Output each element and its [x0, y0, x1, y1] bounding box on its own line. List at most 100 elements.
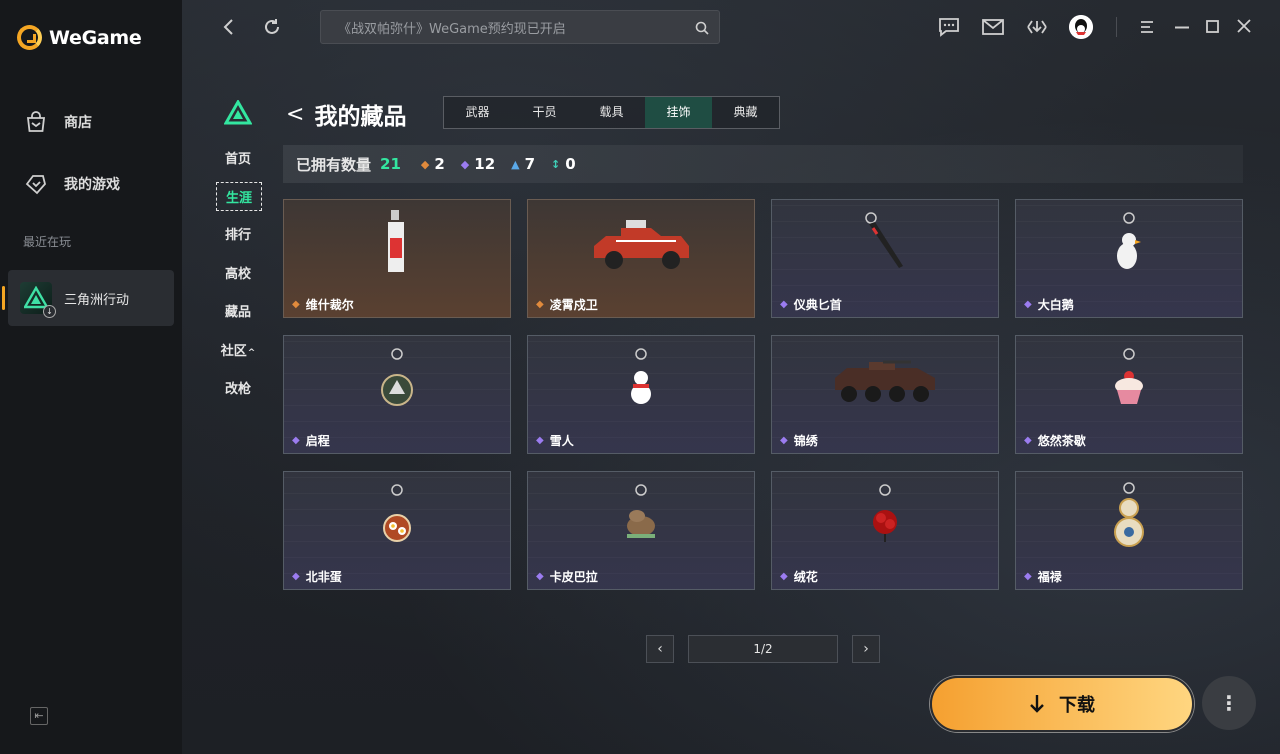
- stat-teal-value: 0: [565, 155, 576, 173]
- snowman-icon: [631, 348, 651, 404]
- game-nav-gunsmith[interactable]: 改枪: [218, 378, 258, 397]
- chevron-up-icon: ^: [247, 348, 256, 358]
- shop-bag-icon: [26, 111, 46, 132]
- stat-blue: ▲ 7: [511, 155, 535, 173]
- qq-avatar-icon: [1069, 15, 1093, 39]
- collection-card[interactable]: ◆ 绒花: [771, 471, 999, 590]
- stat-blue-value: 7: [524, 155, 536, 173]
- card-name-text: 绒花: [793, 570, 818, 584]
- avatar[interactable]: [1069, 15, 1093, 39]
- back-arrow-icon[interactable]: [222, 18, 234, 36]
- download-manager-icon[interactable]: [1026, 18, 1048, 36]
- purple-gem-icon: ◆: [460, 157, 470, 171]
- app-sidebar: WeGame 商店 我的游戏 最近在玩 ↓ 三角洲行动 ⇤: [0, 0, 182, 754]
- purple-gem-icon: ◆: [1024, 571, 1032, 582]
- more-options-icon[interactable]: ⋮: [1202, 676, 1256, 730]
- stat-teal: ↕ 0: [551, 155, 576, 173]
- game-nav-home[interactable]: 首页: [218, 148, 258, 167]
- collection-card[interactable]: ◆ 仪典匕首: [771, 199, 999, 318]
- collapse-sidebar-icon[interactable]: ⇤: [30, 707, 48, 725]
- purple-gem-icon: ◆: [536, 435, 544, 446]
- tab-vehicles[interactable]: 载具: [578, 97, 645, 128]
- top-bar: 《战双帕弥什》WeGame预约现已开启: [182, 0, 1280, 54]
- stat-purple: ◆ 12: [461, 155, 495, 173]
- chevron-left-icon[interactable]: <: [286, 102, 304, 127]
- download-button[interactable]: 下载: [930, 676, 1194, 732]
- prev-page-button[interactable]: ‹: [646, 635, 674, 663]
- collection-card[interactable]: ◆ 维什裁尔: [283, 199, 511, 318]
- velvet-flower-icon: [873, 484, 897, 542]
- card-name-text: 卡皮巴拉: [549, 570, 598, 584]
- card-name: ◆ 福禄: [1024, 568, 1062, 585]
- card-name: ◆ 雪人: [536, 432, 574, 449]
- card-name: ◆ 锦绣: [780, 432, 818, 449]
- chat-icon[interactable]: [938, 17, 960, 37]
- purple-gem-icon: ◆: [780, 299, 788, 310]
- armored-car-icon: [594, 220, 689, 269]
- game-nav-career[interactable]: 生涯: [216, 182, 262, 211]
- game-nav-collection[interactable]: 藏品: [218, 301, 258, 320]
- stat-orange: ◆ 2: [421, 155, 445, 173]
- card-name-text: 福禄: [1037, 570, 1062, 584]
- next-page-button[interactable]: ›: [852, 635, 880, 663]
- card-name-text: 雪人: [549, 434, 574, 448]
- app-name: WeGame: [49, 26, 142, 49]
- card-name: ◆ 卡皮巴拉: [536, 568, 598, 585]
- menu-icon[interactable]: [1140, 20, 1154, 34]
- sidebar-item-my-games[interactable]: 我的游戏: [24, 172, 120, 196]
- purple-gem-icon: ◆: [536, 571, 544, 582]
- purple-gem-icon: ◆: [292, 435, 300, 446]
- collection-card[interactable]: ◆ 大白鹅: [1015, 199, 1243, 318]
- tab-charms[interactable]: 挂饰: [645, 97, 712, 128]
- stat-orange-value: 2: [434, 155, 445, 173]
- tab-weapons[interactable]: 武器: [444, 97, 511, 128]
- collection-card[interactable]: ◆ 凌霄戍卫: [527, 199, 755, 318]
- collection-card[interactable]: ◆ 卡皮巴拉: [527, 471, 755, 590]
- tab-archive[interactable]: 典藏: [712, 97, 779, 128]
- page-title[interactable]: < 我的藏品: [286, 97, 406, 131]
- pagination: ‹ 1/2 ›: [646, 635, 880, 663]
- download-label: 下载: [1059, 695, 1095, 716]
- cupcake-icon: [1115, 348, 1143, 404]
- topbar-divider: [1116, 17, 1117, 37]
- card-name-text: 锦绣: [793, 434, 818, 448]
- wegame-logo-icon: [17, 25, 42, 50]
- collection-card[interactable]: ◆ 锦绣: [771, 335, 999, 454]
- mail-icon[interactable]: [982, 19, 1004, 35]
- recent-game-item[interactable]: ↓ 三角洲行动: [2, 270, 174, 326]
- search-input[interactable]: 《战双帕弥什》WeGame预约现已开启: [320, 10, 720, 44]
- wegame-logo[interactable]: WeGame: [17, 25, 142, 50]
- refresh-icon[interactable]: [262, 17, 282, 37]
- collection-card[interactable]: ◆ 北非蛋: [283, 471, 511, 590]
- delta-force-logo-icon[interactable]: [224, 100, 252, 126]
- dagger-icon: [865, 212, 903, 268]
- purple-gem-icon: ◆: [780, 571, 788, 582]
- page-title-text: 我的藏品: [314, 104, 407, 130]
- blue-gem-icon: ▲: [511, 157, 520, 171]
- game-nav-college[interactable]: 高校: [218, 263, 258, 282]
- search-placeholder: 《战双帕弥什》WeGame预约现已开启: [338, 21, 566, 37]
- maximize-icon[interactable]: [1206, 20, 1219, 33]
- medal-icon: [381, 348, 413, 406]
- shakshuka-icon: [383, 484, 411, 542]
- sidebar-item-shop[interactable]: 商店: [24, 110, 92, 134]
- owned-label: 已拥有数量: [296, 155, 372, 174]
- collection-tabs: 武器 干员 载具 挂饰 典藏: [443, 96, 780, 129]
- collection-card[interactable]: ◆ 启程: [283, 335, 511, 454]
- card-name-text: 悠然茶歇: [1037, 434, 1086, 448]
- recent-game-name: 三角洲行动: [64, 292, 130, 308]
- card-name: ◆ 仪典匕首: [780, 296, 842, 313]
- collection-card[interactable]: ◆ 雪人: [527, 335, 755, 454]
- game-nav-rank[interactable]: 排行: [218, 224, 258, 243]
- card-name-text: 仪典匕首: [793, 298, 842, 312]
- purple-gem-icon: ◆: [1024, 299, 1032, 310]
- tab-operators[interactable]: 干员: [511, 97, 578, 128]
- minimize-icon[interactable]: [1175, 26, 1189, 29]
- game-nav-community[interactable]: 社区^: [218, 340, 258, 359]
- search-icon[interactable]: [695, 21, 709, 35]
- owned-total: 21: [380, 155, 401, 173]
- goose-icon: [1117, 212, 1141, 269]
- close-icon[interactable]: [1237, 19, 1251, 33]
- collection-card[interactable]: ◆ 福禄: [1015, 471, 1243, 590]
- collection-card[interactable]: ◆ 悠然茶歇: [1015, 335, 1243, 454]
